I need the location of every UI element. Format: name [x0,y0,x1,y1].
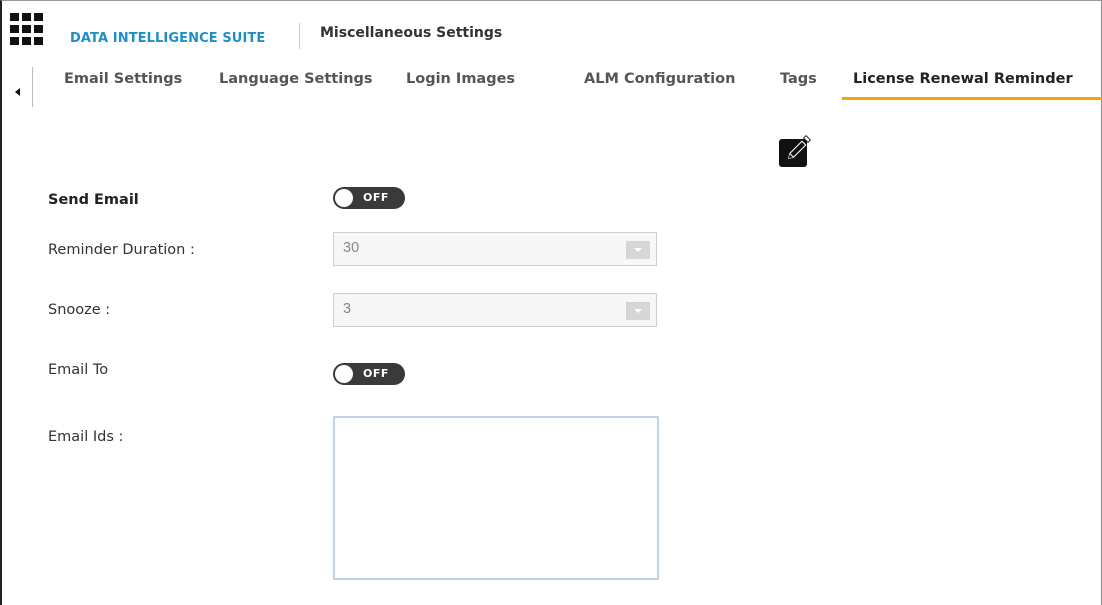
app-name-link[interactable]: DATA INTELLIGENCE SUITE [70,31,265,46]
tab-license-renewal-reminder[interactable]: License Renewal Reminder [853,71,1073,87]
tab-email-settings[interactable]: Email Settings [64,71,182,87]
active-tab-indicator [842,97,1102,100]
chevron-left-icon [15,88,20,96]
select-value: 30 [343,240,360,256]
email-to-toggle[interactable]: OFF [333,363,405,385]
reminder-duration-select[interactable]: 30 [333,232,657,266]
snooze-label: Snooze : [48,302,111,318]
toggle-knob [335,365,353,383]
app-launcher-grid-icon[interactable] [10,13,48,47]
page-title: Miscellaneous Settings [320,25,503,41]
tab-scroll-left-button[interactable] [4,67,33,107]
send-email-toggle[interactable]: OFF [333,187,405,209]
send-email-label: Send Email [48,192,139,208]
reminder-duration-label: Reminder Duration : [48,242,195,258]
chevron-down-icon [634,248,642,252]
toggle-knob [335,189,353,207]
email-to-label: Email To [48,362,109,378]
email-ids-label: Email Ids : [48,429,124,445]
toggle-state-text: OFF [363,367,389,380]
snooze-select[interactable]: 3 [333,293,657,327]
pencil-edit-icon[interactable] [778,132,812,169]
dropdown-button[interactable] [626,241,650,259]
chevron-down-icon [634,309,642,313]
email-ids-textarea[interactable] [333,416,659,580]
select-value: 3 [343,301,352,317]
tab-tags[interactable]: Tags [780,71,817,87]
app-window: DATA INTELLIGENCE SUITE Miscellaneous Se… [0,0,1102,605]
tab-login-images[interactable]: Login Images [406,71,515,87]
header-divider [299,23,300,49]
tab-language-settings[interactable]: Language Settings [219,71,373,87]
toggle-state-text: OFF [363,191,389,204]
dropdown-button[interactable] [626,302,650,320]
tab-alm-configuration[interactable]: ALM Configuration [584,71,735,87]
